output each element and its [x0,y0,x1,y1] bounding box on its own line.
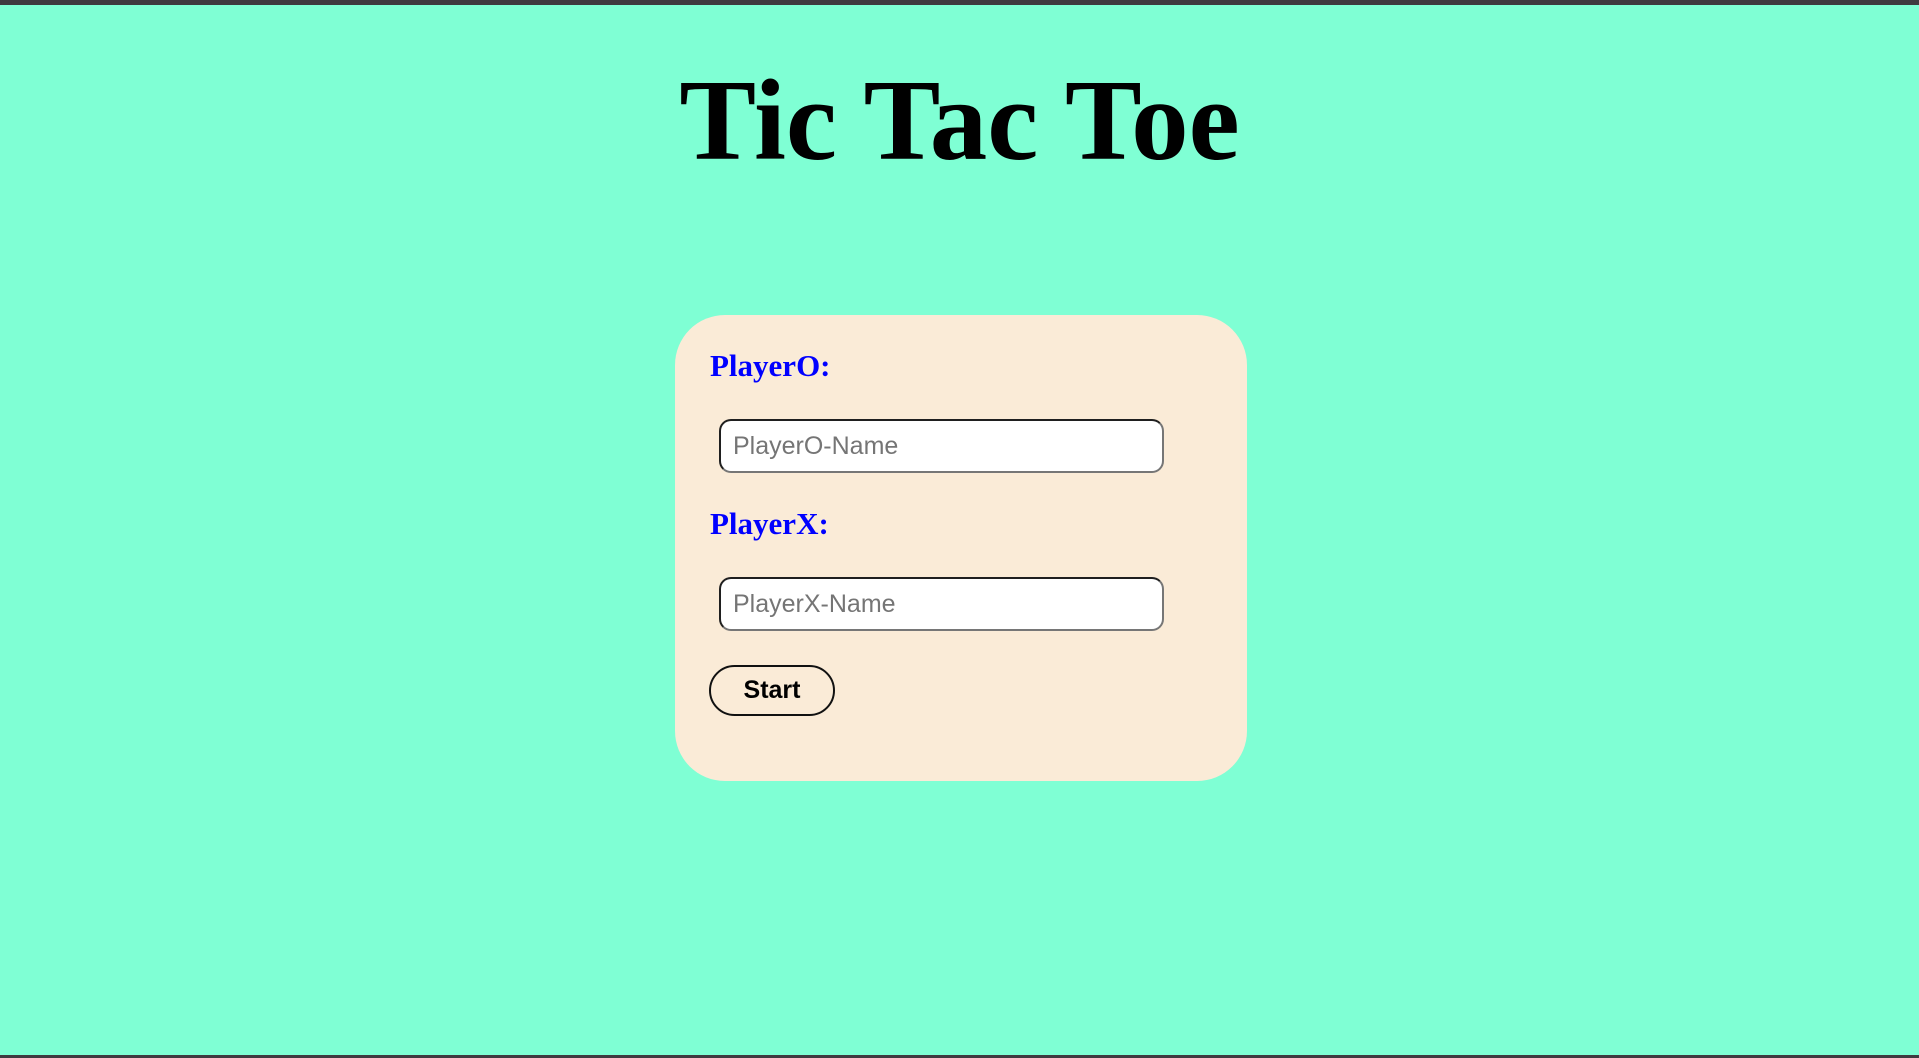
player-o-label: PlayerO: [710,348,831,383]
page-title: Tic Tac Toe [679,57,1240,184]
window-top-border [0,0,1919,5]
player-o-name-input[interactable] [719,419,1164,473]
player-x-label: PlayerX: [710,506,829,541]
start-button[interactable]: Start [709,665,835,716]
player-x-name-input[interactable] [719,577,1164,631]
player-form-card: PlayerO: PlayerX: Start [675,315,1247,781]
